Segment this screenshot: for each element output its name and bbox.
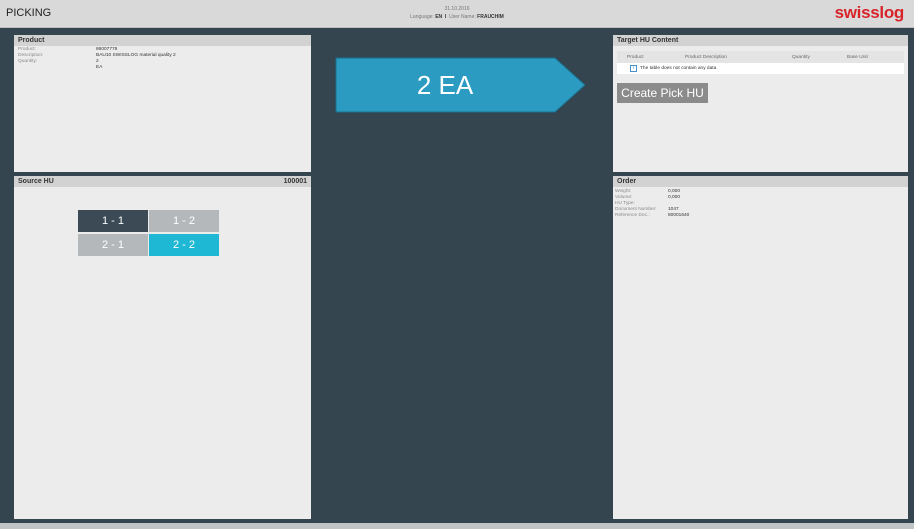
source-hu-id: 100001 bbox=[283, 178, 307, 185]
bin-cell-2-1[interactable]: 2 - 1 bbox=[78, 234, 148, 256]
bin-cell-2-2[interactable]: 2 - 2 bbox=[149, 234, 219, 256]
swisslog-logo: swisslog bbox=[834, 3, 905, 22]
empty-table-text: The table does not contain any data bbox=[640, 66, 717, 71]
bottom-bar bbox=[0, 523, 914, 529]
session-info: 31.10.2016 Language: EN I User Name: FRA… bbox=[0, 5, 914, 21]
column-product[interactable]: Product bbox=[627, 55, 644, 60]
bin-cell-label: 2 - 1 bbox=[101, 239, 124, 251]
target-hu-title: Target HU Content bbox=[617, 37, 679, 44]
order-panel: Order Weight: 0,000 Volume: 0,000 HU Typ… bbox=[613, 176, 908, 519]
info-separator: I bbox=[444, 14, 447, 20]
order-title: Order bbox=[617, 178, 637, 185]
column-product-description[interactable]: Product Description bbox=[685, 55, 727, 60]
quantity-display-text: 2 EA bbox=[416, 70, 474, 100]
bin-cell-label: 1 - 1 bbox=[101, 215, 124, 227]
user-label: User Name: bbox=[449, 14, 476, 20]
language-label: Language: bbox=[410, 14, 434, 20]
info-icon: i bbox=[630, 65, 637, 72]
product-panel-header: Product bbox=[14, 35, 311, 46]
column-base-unit[interactable]: Base Unit bbox=[847, 55, 868, 60]
reference-doc-row: Reference Doc.: 80001640 bbox=[613, 213, 908, 219]
target-hu-panel: Target HU Content Product Product Descri… bbox=[613, 35, 908, 172]
bin-cell-label: 2 - 2 bbox=[172, 239, 195, 251]
language-value: EN bbox=[435, 14, 443, 20]
bin-cell-1-2[interactable]: 1 - 2 bbox=[149, 210, 219, 232]
target-hu-empty-row: i The table does not contain any data bbox=[617, 63, 904, 74]
column-quantity[interactable]: Quantity bbox=[792, 55, 810, 60]
source-hu-panel: Source HU 100001 1 - 1 1 - 2 2 - 1 2 - 2 bbox=[14, 176, 311, 519]
create-pick-hu-button[interactable]: Create Pick HU bbox=[617, 83, 708, 103]
unit-row: EA bbox=[14, 65, 311, 71]
source-hu-header: Source HU 100001 bbox=[14, 176, 311, 187]
target-hu-table-header: Product Product Description Quantity Bas… bbox=[617, 51, 904, 63]
reference-doc-value: 80001640 bbox=[668, 213, 690, 218]
top-bar: PICKING 31.10.2016 Language: EN I User N… bbox=[0, 0, 914, 28]
product-panel: Product Product: 86007778 Description: B… bbox=[14, 35, 311, 172]
bin-cell-1-1[interactable]: 1 - 1 bbox=[78, 210, 148, 232]
source-hu-title: Source HU bbox=[18, 178, 54, 185]
target-hu-header: Target HU Content bbox=[613, 35, 908, 46]
quantity-arrow: 2 EA bbox=[335, 57, 587, 119]
reference-doc-label: Reference Doc.: bbox=[615, 213, 650, 218]
order-header: Order bbox=[613, 176, 908, 187]
bin-cell-label: 1 - 2 bbox=[172, 215, 195, 227]
date-label: 31.10.2016 bbox=[444, 6, 470, 12]
user-value: FRAUCHIM bbox=[477, 14, 504, 20]
product-panel-title: Product bbox=[18, 37, 45, 44]
unit-value: EA bbox=[96, 65, 103, 70]
